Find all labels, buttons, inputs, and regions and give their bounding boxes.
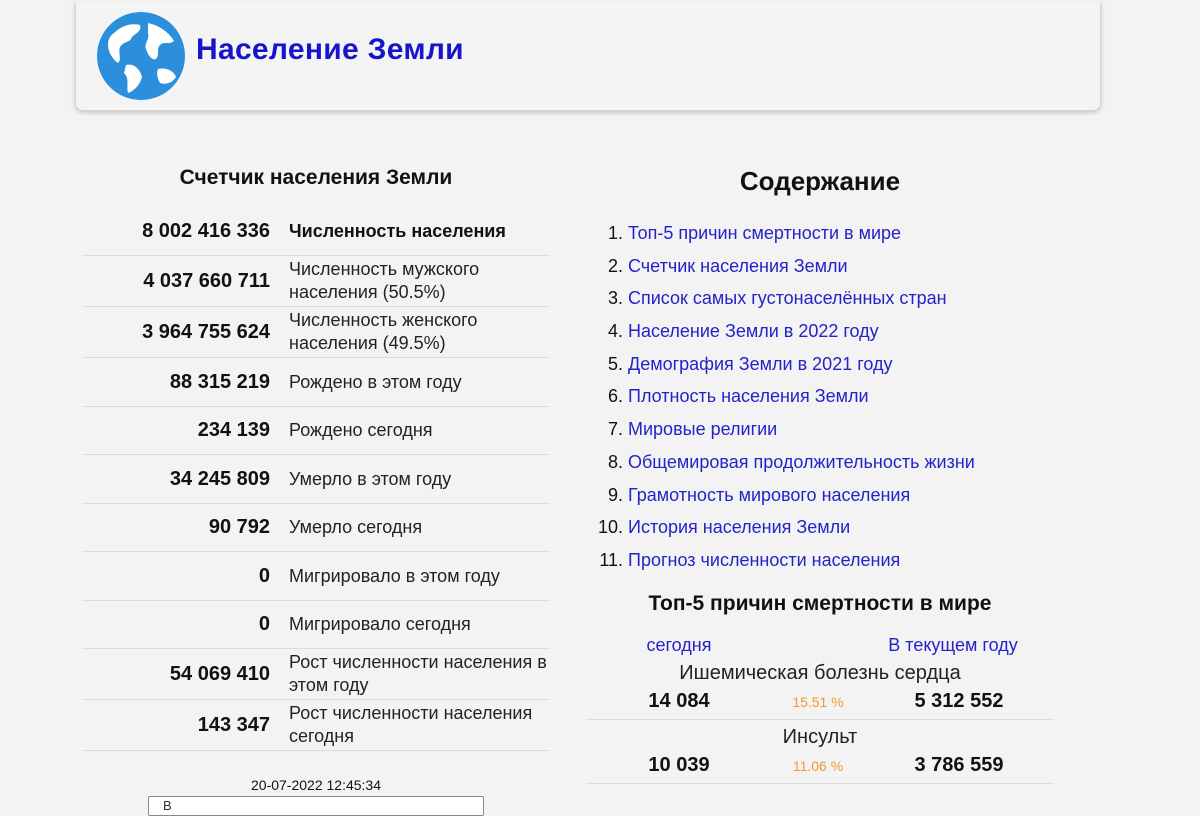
toc-item: 9. Грамотность мирового населения [586,479,1054,512]
toc-item-number: 4. [607,321,623,342]
cause-name: Инсульт [782,725,858,748]
toc-link[interactable]: Мировые религии [628,413,777,446]
timestamp: 20-07-2022 12:45:34 [251,777,381,793]
cause-percent: 15.51 % [792,693,844,710]
counter-row: 54 069 410 Рост численности населения в э… [82,649,550,700]
cause-row: 10 039 11.06 % 3 786 559 [586,749,1054,784]
counter-label: Численность женского населения (49.5%) [289,310,478,353]
counter-value: 8 002 416 336 [142,220,270,242]
counter-row: 3 964 755 624 Численность женского населе… [82,307,550,358]
toc-item-number: 6. [607,386,623,407]
toc-link[interactable]: Общемировая продолжительность жизни [628,446,975,479]
site-title[interactable]: Население Земли [196,33,464,67]
counter-row: 234 139 Рождено сегодня [82,407,550,455]
toc-item-number: 2. [607,255,623,276]
toc-title: Содержание [739,166,901,196]
toc-link[interactable]: Население Земли в 2022 году [628,315,879,348]
cause-row: 14 084 15.51 % 5 312 552 [586,685,1054,720]
toc-link[interactable]: Прогноз численности населения [628,544,900,577]
toc-link[interactable]: Грамотность мирового населения [628,479,910,512]
counter-title: Счетчик населения Земли [179,166,453,189]
toc-item: 5. Демография Земли в 2021 году [586,348,1054,381]
counter-label: Рождено сегодня [289,420,433,440]
toc-item: 1. Топ-5 причин смертности в мире [586,217,1054,250]
toc-link[interactable]: Топ-5 причин смертности в мире [628,217,901,250]
toc-item: 7. Мировые религии [586,413,1054,446]
site-header: Население Земли [75,2,1101,111]
toc-item-number: 3. [607,288,623,309]
counter-row: 0 Мигрировало в этом году [82,552,550,601]
toc-item: 4. Население Земли в 2022 году [586,315,1054,348]
counter-value: 0 [258,564,270,587]
counter-value: 143 347 [197,713,270,736]
counter-row: 0 Мигрировало сегодня [82,601,550,649]
counter-row: 4 037 660 711 Численность мужского населе… [82,256,550,307]
toc-item: 10. История населения Земли [586,511,1054,544]
cause-today-value: 10 039 [648,754,710,777]
toc-list: 1. Топ-5 причин смертности в мире 2. Счетчи… [586,217,1054,577]
counter-row: 34 245 809 Умерло в этом году [82,455,550,504]
counter-label: Умерло сегодня [289,517,423,537]
counter-table: 8 002 416 336 Численность населения 4 037 … [82,208,550,751]
counter-label: Численность мужского населения (50.5%) [289,259,480,302]
counter-row: 143 347 Рост численности населения сегодн… [82,700,550,751]
toc-item: 6. Плотность населения Земли [586,380,1054,413]
causes-list: Ишемическая болезнь сердца 14 084 15.51 % 5… [586,661,1054,784]
causes-today-label[interactable]: сегодня [586,635,772,656]
cause-year-value: 3 786 559 [914,754,1004,777]
toc-item: 11. Прогноз численности населения [586,544,1054,577]
globe-icon[interactable] [96,11,186,101]
toc-item-number: 11. [599,549,623,570]
contents-panel: Содержание 1. Топ-5 причин смертности в м… [586,160,1054,784]
toc-item-number: 5. [607,353,623,374]
counter-value: 3 964 755 624 [142,320,270,343]
toc-link[interactable]: История населения Земли [628,511,850,544]
toc-item-number: 10. [597,517,623,538]
counter-row: 8 002 416 336 Численность населения [82,208,550,256]
causes-year-label[interactable]: В текущем году [772,635,1054,656]
counter-value: 88 315 219 [169,370,270,393]
counter-value: 4 037 660 711 [143,269,270,292]
cause-year-value: 5 312 552 [914,690,1004,713]
counter-value: 90 792 [208,516,270,538]
country-select[interactable]: В [148,796,484,816]
population-counter: Счетчик населения Земли 8 002 416 336 Чис… [82,150,550,793]
cause-today-value: 14 084 [648,690,710,713]
toc-item-number: 9. [607,484,623,505]
counter-value: 0 [258,613,270,635]
causes-header: сегодня В текущем году [586,635,1054,656]
counter-label: Рост численности населения сегодня [289,703,533,746]
counter-label: Численность населения [289,221,506,241]
toc-item-number: 7. [607,419,623,440]
toc-link[interactable]: Демография Земли в 2021 году [628,348,893,381]
counter-value: 234 139 [197,419,270,441]
cause-percent: 11.06 % [792,757,844,774]
counter-row: 90 792 Умерло сегодня [82,504,550,552]
counter-label: Мигрировало сегодня [289,614,471,634]
toc-link[interactable]: Счетчик населения Земли [628,250,848,283]
toc-link[interactable]: Список самых густонаселённых стран [628,282,947,315]
toc-item: 3. Список самых густонаселённых стран [586,282,1054,315]
toc-link[interactable]: Плотность населения Земли [628,380,869,413]
counter-row: 88 315 219 Рождено в этом году [82,358,550,407]
causes-title: Топ-5 причин смертности в мире [648,591,992,615]
cause-name: Ишемическая болезнь сердца [679,661,961,684]
counter-value: 34 245 809 [169,467,270,490]
counter-label: Рост численности населения в этом году [289,652,547,695]
toc-item-number: 8. [607,451,623,472]
counter-label: Рождено в этом году [289,371,462,392]
counter-label: Мигрировало в этом году [289,565,500,586]
counter-label: Умерло в этом году [289,468,452,489]
toc-item: 8. Общемировая продолжительность жизни [586,446,1054,479]
counter-value: 54 069 410 [169,662,270,685]
toc-item: 2. Счетчик населения Земли [586,250,1054,283]
toc-item-number: 1. [607,223,623,243]
